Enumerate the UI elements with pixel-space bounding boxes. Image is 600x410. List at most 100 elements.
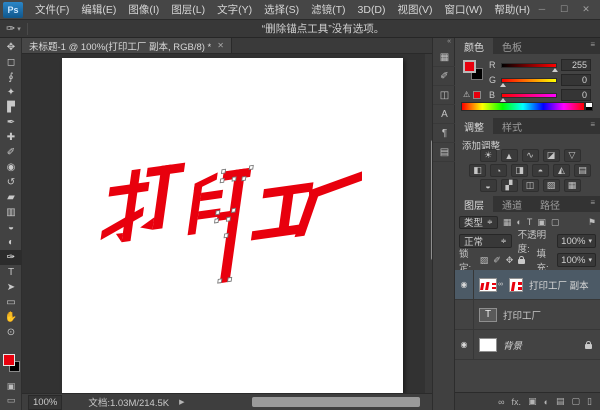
layers-panel-menu-icon[interactable]: ≡: [585, 196, 600, 212]
channel-value-g[interactable]: 0: [561, 74, 591, 86]
channel-slider-b[interactable]: [501, 93, 557, 98]
canvas-region[interactable]: [22, 54, 425, 393]
color-lookup-icon[interactable]: ▤: [574, 164, 591, 177]
tool-lasso[interactable]: ∮: [0, 70, 22, 85]
layer-row-copy[interactable]: ◉ ∞ 打印工厂 副本: [455, 270, 600, 300]
minimize-button[interactable]: ─: [536, 4, 548, 15]
black-white-icon[interactable]: ◨: [511, 164, 528, 177]
adjustment-layer-icon[interactable]: ◐: [544, 397, 549, 407]
tool-preset-caret-icon[interactable]: ▾: [17, 25, 21, 33]
tool-type[interactable]: T: [0, 265, 22, 280]
layer-group-icon[interactable]: ▤: [556, 396, 565, 407]
tab-swatches[interactable]: 色板: [493, 38, 531, 54]
tool-eyedropper[interactable]: ✒: [0, 115, 22, 130]
tool-hand[interactable]: ✋: [0, 310, 22, 325]
tool-dodge[interactable]: ◐: [0, 235, 22, 250]
zoom-level-field[interactable]: 100%: [28, 395, 62, 410]
invert-icon[interactable]: ◒: [480, 179, 497, 192]
tab-color[interactable]: 颜色: [455, 38, 493, 54]
menu-filter[interactable]: 滤镜(T): [305, 0, 351, 20]
document-tab[interactable]: 未标题-1 @ 100%(打印工厂 副本, RGB/8) * ✕: [22, 38, 232, 53]
tool-crop[interactable]: ▛: [0, 100, 22, 115]
gradient-map-icon[interactable]: ▨: [543, 179, 560, 192]
lock-pixels-icon[interactable]: ✐: [493, 255, 501, 266]
slider-thumb-g[interactable]: [500, 83, 506, 87]
channel-value-b[interactable]: 0: [561, 89, 591, 101]
tool-clone-stamp[interactable]: ◉: [0, 160, 22, 175]
opacity-field[interactable]: 100% ▾: [557, 234, 596, 248]
lock-transparency-icon[interactable]: ▨: [480, 255, 489, 266]
vibrance-icon[interactable]: ▽: [564, 149, 581, 162]
menu-window[interactable]: 窗口(W): [439, 0, 489, 20]
layer-effects-icon[interactable]: fx.: [512, 397, 522, 407]
status-menu-arrow-icon[interactable]: ▶: [179, 398, 184, 406]
expand-panels-icon[interactable]: «: [433, 38, 454, 48]
tool-quick-selection[interactable]: ✦: [0, 85, 22, 100]
menu-edit[interactable]: 编辑(E): [75, 0, 122, 20]
vertical-scrollbar[interactable]: [425, 54, 432, 393]
photo-filter-icon[interactable]: ◓: [532, 164, 549, 177]
tool-move[interactable]: ✥: [0, 40, 22, 55]
gamut-color-swatch[interactable]: [473, 91, 481, 99]
tab-channels[interactable]: 通道: [493, 196, 531, 212]
tab-styles[interactable]: 样式: [493, 118, 531, 134]
selective-color-icon[interactable]: ▦: [564, 179, 581, 192]
lock-position-icon[interactable]: ✥: [506, 255, 514, 266]
filter-type-icon[interactable]: T: [527, 217, 533, 227]
panel-foreground-swatch[interactable]: [463, 60, 476, 73]
menu-select[interactable]: 选择(S): [258, 0, 305, 20]
slider-thumb-b[interactable]: [500, 98, 506, 102]
quick-mask-button[interactable]: ▣: [0, 380, 22, 393]
filter-toggle-flag-icon[interactable]: ⚑: [588, 217, 596, 228]
panel-icon-brush[interactable]: ✐: [433, 67, 456, 86]
screen-mode-button[interactable]: ▭: [0, 394, 22, 407]
panel-icon-clone-source[interactable]: ◫: [433, 86, 456, 105]
filter-adjustment-icon[interactable]: ◐: [516, 217, 521, 227]
document-close-icon[interactable]: ✕: [217, 41, 224, 50]
channel-value-r[interactable]: 255: [561, 59, 591, 71]
visibility-toggle-empty[interactable]: [455, 300, 474, 330]
layer-thumbnail[interactable]: [479, 278, 497, 292]
canvas[interactable]: [62, 58, 403, 393]
panel-icon-character[interactable]: A: [433, 105, 456, 124]
tool-marquee[interactable]: ◻: [0, 55, 22, 70]
tool-history-brush[interactable]: ↺: [0, 175, 22, 190]
adjustments-panel-menu-icon[interactable]: ≡: [585, 118, 600, 134]
posterize-icon[interactable]: ▞: [501, 179, 518, 192]
channel-slider-r[interactable]: [501, 63, 557, 68]
menu-help[interactable]: 帮助(H): [488, 0, 536, 20]
menu-3d[interactable]: 3D(D): [352, 1, 392, 19]
channel-slider-g[interactable]: [501, 78, 557, 83]
tab-adjustments[interactable]: 调整: [455, 118, 493, 134]
tool-gradient[interactable]: ▥: [0, 205, 22, 220]
tab-layers[interactable]: 图层: [455, 196, 493, 212]
menu-type[interactable]: 文字(Y): [211, 0, 258, 20]
slider-thumb-r[interactable]: [552, 68, 558, 72]
tool-blur[interactable]: ◒: [0, 220, 22, 235]
tool-path-selection[interactable]: ➤: [0, 280, 22, 295]
tool-spot-healing[interactable]: ✚: [0, 130, 22, 145]
spectrum-bw-swatches[interactable]: [585, 102, 593, 111]
tool-brush[interactable]: ✐: [0, 145, 22, 160]
tool-zoom[interactable]: ⊙: [0, 325, 22, 340]
close-button[interactable]: ✕: [580, 4, 592, 15]
gamut-warning[interactable]: ⚠: [463, 90, 481, 99]
color-spectrum-ramp[interactable]: [461, 102, 585, 111]
channel-mixer-icon[interactable]: ◭: [553, 164, 570, 177]
layer-mask-icon[interactable]: ▣: [528, 396, 537, 407]
text-layer-thumbnail[interactable]: T: [479, 308, 497, 322]
delete-layer-icon[interactable]: ▯: [587, 396, 592, 407]
menu-file[interactable]: 文件(F): [29, 0, 75, 20]
menu-view[interactable]: 视图(V): [392, 0, 439, 20]
panel-icon-timeline[interactable]: ▤: [433, 143, 456, 162]
panel-icon-paragraph[interactable]: ¶: [433, 124, 456, 143]
levels-icon[interactable]: ▲: [501, 149, 518, 162]
vector-mask-thumbnail[interactable]: [509, 278, 523, 292]
lock-all-icon[interactable]: [518, 256, 523, 264]
panel-icon-brush-presets[interactable]: ▦: [433, 48, 456, 67]
delete-anchor-point-tool-icon[interactable]: ✑: [6, 22, 15, 35]
layer-row-background[interactable]: ◉ 背景: [455, 330, 600, 360]
canvas-artwork[interactable]: [100, 158, 362, 310]
visibility-toggle[interactable]: ◉: [455, 330, 474, 360]
menu-image[interactable]: 图像(I): [122, 0, 165, 20]
